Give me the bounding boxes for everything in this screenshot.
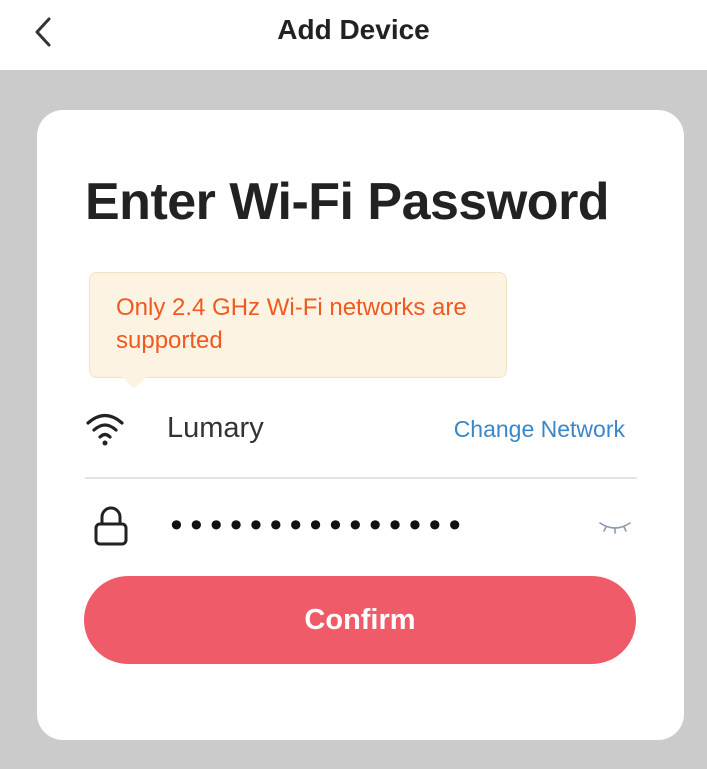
network-row: Lumary Change Network bbox=[85, 400, 637, 460]
password-row bbox=[85, 498, 637, 558]
top-navigation-bar: Add Device bbox=[0, 0, 707, 70]
confirm-button[interactable]: Confirm bbox=[84, 576, 636, 664]
eye-closed-icon[interactable] bbox=[597, 514, 633, 538]
wifi-password-dialog: Enter Wi-Fi Password Only 2.4 GHz Wi-Fi … bbox=[37, 110, 684, 740]
frequency-warning-tooltip: Only 2.4 GHz Wi-Fi networks are supporte… bbox=[89, 272, 507, 389]
page-title: Add Device bbox=[277, 14, 430, 45]
divider bbox=[85, 477, 637, 479]
wifi-icon bbox=[86, 413, 124, 446]
lock-icon bbox=[94, 506, 128, 546]
warning-text: Only 2.4 GHz Wi-Fi networks are supporte… bbox=[116, 294, 467, 354]
network-name: Lumary bbox=[167, 412, 264, 444]
dialog-title: Enter Wi-Fi Password bbox=[85, 173, 610, 231]
password-field[interactable] bbox=[167, 504, 567, 548]
change-network-link[interactable]: Change Network bbox=[454, 416, 625, 443]
tooltip-arrow bbox=[122, 377, 146, 389]
